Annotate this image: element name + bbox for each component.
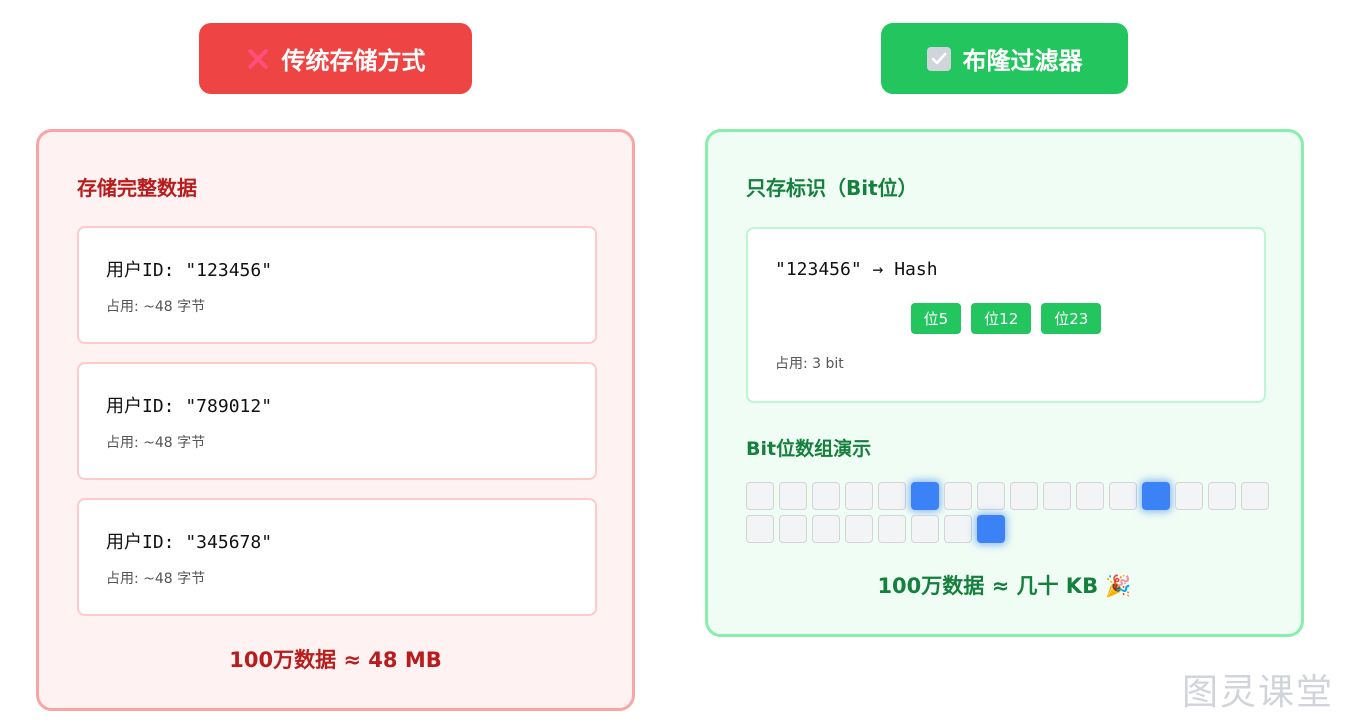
bit-cell — [746, 482, 774, 510]
bit-cell — [779, 482, 807, 510]
bit-cell-set — [911, 482, 939, 510]
watermark: 图灵课堂 — [1181, 672, 1334, 713]
bit-position-chip: 位23 — [1041, 303, 1102, 334]
bit-cell — [878, 515, 906, 543]
bit-cell — [911, 515, 939, 543]
bit-cell — [812, 482, 840, 510]
bit-cell-set — [1142, 482, 1170, 510]
bloom-summary: 100万数据 ≈ 几十 KB 🎉 — [877, 574, 1132, 598]
traditional-storage-header-label: 传统存储方式 — [281, 47, 426, 75]
bit-cell — [1241, 482, 1269, 510]
bit-position-chips: 位5 位12 位23 — [748, 303, 1264, 334]
bit-cell — [977, 482, 1005, 510]
bit-cell — [845, 515, 873, 543]
bit-position-chip: 位5 — [910, 303, 962, 334]
record-size: 占用: ~48 字节 — [106, 571, 206, 587]
bit-position-chip: 位12 — [971, 303, 1032, 334]
bit-cell — [944, 482, 972, 510]
hash-line: "123456" → Hash — [775, 259, 938, 280]
page: 传统存储方式 布隆过滤器 存储完整数据 用户ID: "123456" 占用: ~… — [0, 0, 1346, 721]
record-id: 用户ID: "345678" — [106, 532, 273, 553]
record-card: 用户ID: "345678" 占用: ~48 字节 — [77, 498, 597, 616]
record-card: 用户ID: "789012" 占用: ~48 字节 — [77, 362, 597, 480]
bit-cell — [1109, 482, 1137, 510]
bit-cell — [944, 515, 972, 543]
bloom-filter-header: 布隆过滤器 — [881, 23, 1128, 94]
traditional-storage-header: 传统存储方式 — [199, 23, 472, 94]
bit-cell-set — [977, 515, 1005, 543]
cross-mark-icon — [246, 47, 270, 71]
record-id: 用户ID: "789012" — [106, 396, 273, 417]
bit-cell — [746, 515, 774, 543]
record-size: 占用: ~48 字节 — [106, 299, 206, 315]
bit-cell — [1043, 482, 1071, 510]
check-box-icon — [926, 46, 951, 71]
traditional-storage-panel: 存储完整数据 用户ID: "123456" 占用: ~48 字节 用户ID: "… — [36, 129, 635, 711]
bloom-panel-title: 只存标识（Bit位） — [746, 176, 918, 200]
hash-size: 占用: 3 bit — [775, 356, 844, 372]
record-id: 用户ID: "123456" — [106, 260, 273, 281]
bloom-filter-panel: 只存标识（Bit位） "123456" → Hash 位5 位12 位23 占用… — [705, 129, 1304, 637]
bloom-filter-header-label: 布隆过滤器 — [962, 47, 1083, 75]
bit-array-title: Bit位数组演示 — [746, 438, 872, 460]
bit-cell — [812, 515, 840, 543]
bit-cell — [845, 482, 873, 510]
bit-cell — [1208, 482, 1236, 510]
traditional-summary: 100万数据 ≈ 48 MB — [229, 648, 442, 672]
bit-cell — [1076, 482, 1104, 510]
bit-cell — [1010, 482, 1038, 510]
bit-cell — [779, 515, 807, 543]
record-size: 占用: ~48 字节 — [106, 435, 206, 451]
record-card: 用户ID: "123456" 占用: ~48 字节 — [77, 226, 597, 344]
bit-cell — [1175, 482, 1203, 510]
traditional-panel-title: 存储完整数据 — [77, 176, 197, 200]
bit-cell — [878, 482, 906, 510]
hash-card: "123456" → Hash 位5 位12 位23 占用: 3 bit — [746, 227, 1266, 403]
bit-array — [746, 482, 1270, 543]
